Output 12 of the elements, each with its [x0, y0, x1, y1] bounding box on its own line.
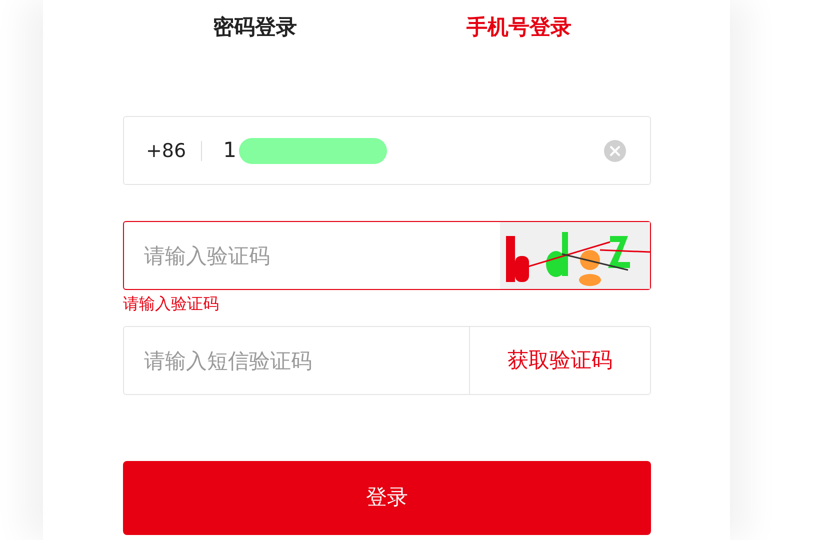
- login-button[interactable]: 登录: [123, 461, 651, 535]
- phone-number: 1: [222, 136, 236, 164]
- login-tab[interactable]: 手机号登录: [387, 12, 651, 44]
- error-message: 请输入验证码: [123, 294, 219, 313]
- captcha-input[interactable]: 请输入验证码: [144, 222, 500, 289]
- get-code-button[interactable]: 获取验证码: [469, 327, 650, 394]
- sms-code-field[interactable]: 请输入短信验证码 获取验证码: [123, 326, 651, 395]
- captcha-field[interactable]: 请输入验证码: [123, 221, 651, 290]
- login-tab[interactable]: 密码登录: [123, 12, 387, 44]
- sms-code-input[interactable]: 请输入短信验证码: [144, 327, 469, 394]
- phone-field[interactable]: +86 1: [123, 116, 651, 185]
- country-code[interactable]: +86: [124, 140, 202, 160]
